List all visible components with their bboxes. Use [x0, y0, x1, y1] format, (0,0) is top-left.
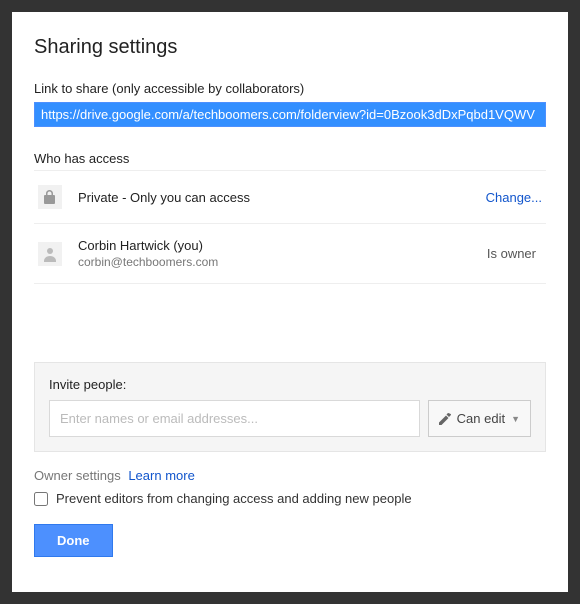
lock-icon	[38, 185, 62, 209]
who-has-access-heading: Who has access	[34, 151, 546, 166]
owner-info: Corbin Hartwick (you) corbin@techboomers…	[78, 238, 487, 269]
privacy-text: Private - Only you can access	[78, 190, 486, 205]
sharing-dialog: Sharing settings Link to share (only acc…	[12, 12, 568, 592]
permission-dropdown[interactable]: Can edit ▼	[428, 400, 531, 437]
dialog-title: Sharing settings	[34, 36, 546, 59]
person-icon	[38, 242, 62, 266]
pencil-icon	[439, 413, 451, 425]
owner-name: Corbin Hartwick (you)	[78, 238, 487, 253]
owner-settings-row: Owner settings Learn more	[34, 468, 546, 483]
permission-label: Can edit	[457, 411, 505, 426]
privacy-row: Private - Only you can access Change...	[34, 170, 546, 224]
owner-email: corbin@techboomers.com	[78, 255, 487, 269]
done-button[interactable]: Done	[34, 524, 113, 557]
link-share-label: Link to share (only accessible by collab…	[34, 81, 546, 96]
chevron-down-icon: ▼	[511, 414, 520, 424]
share-link-input[interactable]: https://drive.google.com/a/techboomers.c…	[34, 102, 546, 127]
change-privacy-link[interactable]: Change...	[486, 190, 542, 205]
prevent-editors-label: Prevent editors from changing access and…	[56, 491, 412, 506]
owner-row: Corbin Hartwick (you) corbin@techboomers…	[34, 224, 546, 284]
prevent-editors-checkbox[interactable]	[34, 492, 48, 506]
invite-row: Can edit ▼	[49, 400, 531, 437]
invite-input[interactable]	[49, 400, 420, 437]
owner-settings-label: Owner settings	[34, 468, 121, 483]
invite-label: Invite people:	[49, 377, 531, 392]
owner-role: Is owner	[487, 246, 536, 261]
access-list: Private - Only you can access Change... …	[34, 170, 546, 284]
invite-section: Invite people: Can edit ▼	[34, 362, 546, 452]
learn-more-link[interactable]: Learn more	[128, 468, 194, 483]
prevent-editors-row[interactable]: Prevent editors from changing access and…	[34, 491, 546, 506]
